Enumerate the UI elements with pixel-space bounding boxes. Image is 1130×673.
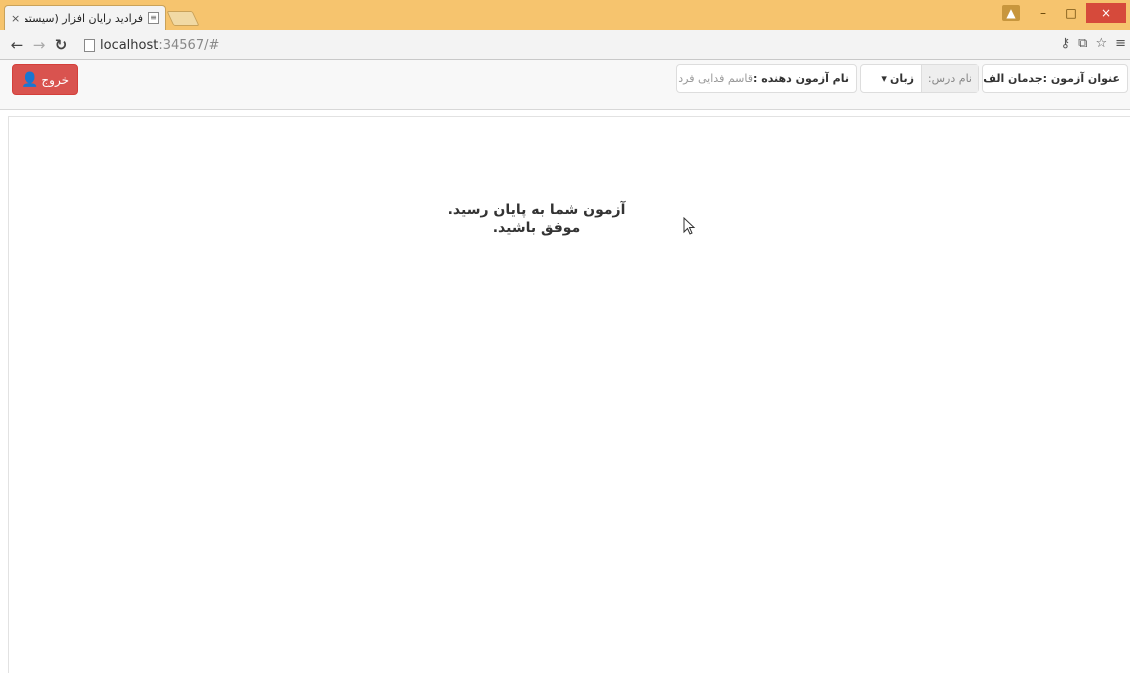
reload-icon[interactable]: ↻ [50, 36, 72, 54]
tab-close-icon[interactable]: × [11, 12, 20, 25]
page-favicon-icon: ≡ [148, 12, 159, 24]
completion-message: آزمون شما به پایان رسید. موفق باشید. [404, 201, 669, 237]
key-icon[interactable]: ⚷ [1061, 36, 1071, 51]
examiner-value: قاسم فدایی فرد [678, 72, 753, 85]
caret-down-icon: ▾ [881, 72, 887, 85]
logout-label: خروج [41, 72, 70, 87]
profile-icon[interactable]: ▲ [1002, 5, 1020, 21]
address-bar[interactable]: localhost:34567/# [84, 34, 1094, 56]
examiner-label: نام آزمون دهنده : [752, 72, 849, 85]
minimize-button[interactable]: – [1030, 3, 1056, 23]
completion-line-1: آزمون شما به پایان رسید. [447, 202, 626, 218]
exam-title-label: عنوان آزمون : [1042, 72, 1120, 85]
back-arrow-icon[interactable]: ← [6, 36, 28, 54]
url-host: localhost [100, 37, 159, 53]
browser-tab[interactable]: ≡ فرادید رایان افزار (سیستم برگ × [4, 5, 166, 30]
examiner-box: نام آزمون دهنده : قاسم فدایی فرد [676, 64, 857, 93]
course-value: زبان [889, 72, 914, 85]
tab-title: فرادید رایان افزار (سیستم برگ [25, 11, 143, 25]
main-content: آزمون شما به پایان رسید. موفق باشید. [8, 116, 1130, 673]
app-navbar: خروج 👤 عنوان آزمون : جدمان الف نام درس: … [0, 60, 1130, 110]
course-label: نام درس: [920, 65, 978, 92]
course-box: نام درس: زبان ▾ [860, 64, 979, 93]
new-tab-button[interactable] [166, 11, 200, 26]
window-controls: ▲ – □ × [1002, 3, 1126, 23]
mouse-cursor-icon [683, 217, 696, 235]
browser-title-bar: ≡ فرادید رایان افزار (سیستم برگ × ▲ – □ … [0, 0, 1130, 30]
exam-title-box: عنوان آزمون : جدمان الف [982, 64, 1128, 93]
course-dropdown[interactable]: زبان ▾ [874, 72, 921, 85]
url-path: :34567/# [158, 37, 220, 53]
menu-icon[interactable]: ≡ [1115, 36, 1126, 51]
forward-arrow-icon[interactable]: → [28, 36, 50, 54]
window-close-button[interactable]: × [1086, 3, 1126, 23]
toolbar-actions: ⚷ ⧉ ☆ ≡ [1061, 36, 1126, 51]
completion-line-2: موفق باشید. [492, 220, 581, 236]
maximize-button[interactable]: □ [1058, 3, 1084, 23]
page-icon [84, 38, 95, 52]
user-icon: 👤 [20, 71, 39, 88]
logout-button[interactable]: خروج 👤 [12, 64, 78, 95]
translate-icon[interactable]: ⧉ [1078, 36, 1087, 51]
bookmark-star-icon[interactable]: ☆ [1095, 36, 1107, 51]
browser-toolbar: ← → ↻ localhost:34567/# ⚷ ⧉ ☆ ≡ [0, 30, 1130, 60]
exam-title-value: جدمان الف [983, 72, 1043, 85]
